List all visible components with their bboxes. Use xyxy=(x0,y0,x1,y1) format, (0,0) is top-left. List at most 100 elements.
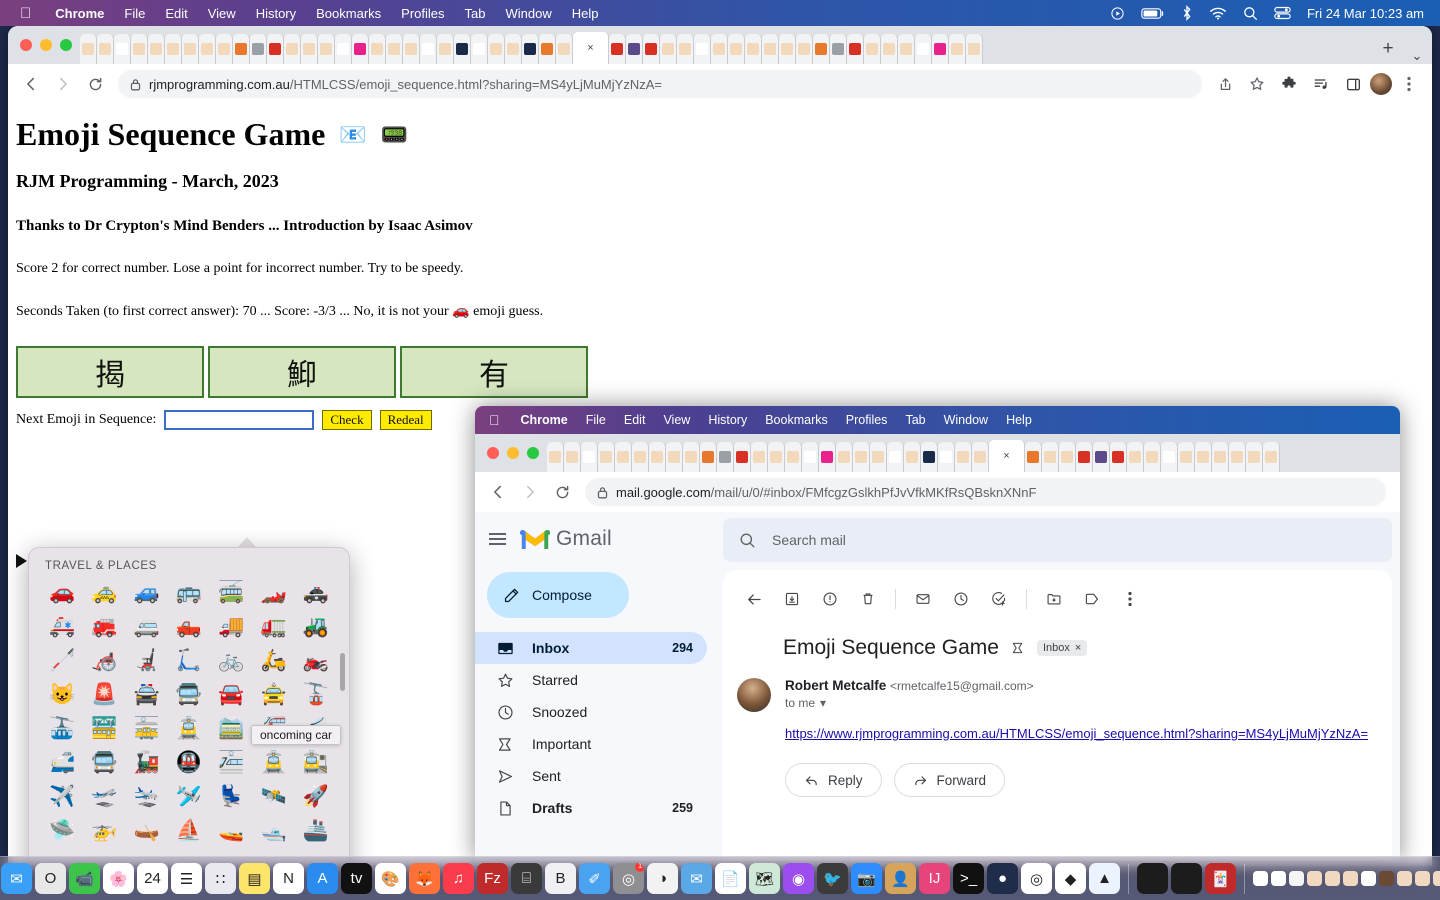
emoji-cell[interactable]: 🦯 xyxy=(41,648,83,674)
emoji-cell[interactable]: 🚋 xyxy=(126,716,168,742)
browser-tab[interactable] xyxy=(711,34,728,64)
emoji-cell[interactable]: 🚨 xyxy=(83,682,125,708)
browser-tab[interactable] xyxy=(751,442,768,472)
browser-tab[interactable] xyxy=(847,34,864,64)
sidebar-item-inbox[interactable]: Inbox 294 xyxy=(475,632,707,664)
emoji-cell[interactable]: 🚅 xyxy=(41,750,83,776)
emoji-cell[interactable]: 🚇 xyxy=(168,750,210,776)
close-window-button[interactable] xyxy=(487,447,499,459)
emoji-cell[interactable]: 🚕 xyxy=(83,580,125,606)
emoji-cell[interactable]: 🏍️ xyxy=(295,648,337,674)
emoji-cell[interactable]: 🚎 xyxy=(210,580,252,606)
emoji-cell[interactable]: 🚑 xyxy=(41,614,83,640)
browser-tab[interactable] xyxy=(626,34,643,64)
next-emoji-input[interactable] xyxy=(164,410,314,430)
browser-tab[interactable] xyxy=(352,34,369,64)
battery-icon[interactable] xyxy=(1141,7,1165,20)
emoji-cell[interactable]: 🛶 xyxy=(126,818,168,844)
menubar-item-history[interactable]: History xyxy=(699,413,756,427)
more-options-icon[interactable] xyxy=(1113,582,1147,616)
browser-tab[interactable] xyxy=(1161,442,1178,472)
important-marker-icon[interactable] xyxy=(1011,641,1025,655)
minimize-window-button[interactable] xyxy=(40,39,52,51)
email-recipient-row[interactable]: to me ▾ xyxy=(785,696,1378,710)
emoji-cell[interactable]: 🚗 xyxy=(41,580,83,606)
inbox-label-chip[interactable]: Inbox × xyxy=(1037,640,1087,656)
menubar-item-tab[interactable]: Tab xyxy=(896,413,934,427)
browser-tab[interactable] xyxy=(403,34,420,64)
mark-unread-icon[interactable] xyxy=(906,582,940,616)
minimize-window-button[interactable] xyxy=(507,447,519,459)
dock-app-calendar[interactable]: 24 xyxy=(137,863,168,894)
label-tag-icon[interactable] xyxy=(1075,582,1109,616)
browser-tab[interactable] xyxy=(745,34,762,64)
browser-tab[interactable] xyxy=(233,34,250,64)
dock-minimized-min-chrome-7[interactable] xyxy=(1415,871,1430,886)
emoji-cell[interactable]: 🛴 xyxy=(168,648,210,674)
browser-tab[interactable] xyxy=(1263,442,1280,472)
emoji-cell[interactable]: 🚊 xyxy=(252,750,294,776)
browser-tab[interactable] xyxy=(643,34,660,64)
browser-tab[interactable] xyxy=(836,442,853,472)
browser-tab[interactable] xyxy=(250,34,267,64)
chevron-down-icon[interactable]: ▾ xyxy=(820,696,826,710)
menubar-item-edit[interactable]: Edit xyxy=(615,413,655,427)
dock-items[interactable]: 🙂🧭💬64✉O📹🌸24☰∷▤NAtv🎨🦊♫Fz⌸B✐◎1◑✉📄🗺◉🐦📷👤IJ>_… xyxy=(0,863,1440,894)
browser-tab[interactable] xyxy=(1229,442,1246,472)
add-to-tasks-icon[interactable] xyxy=(982,582,1016,616)
apple-logo-icon[interactable]:  xyxy=(489,413,500,427)
emoji-cell[interactable]: 🚛 xyxy=(252,614,294,640)
browser-tab[interactable] xyxy=(522,34,539,64)
browser-tab[interactable] xyxy=(369,34,386,64)
dock-app-bbedit[interactable]: B xyxy=(545,863,576,894)
browser-tab[interactable] xyxy=(887,442,904,472)
emoji-cell[interactable]: 🛰️ xyxy=(252,784,294,810)
browser-tab-active[interactable]: × xyxy=(573,32,609,64)
browser-tab[interactable] xyxy=(915,34,932,64)
menubar-item-chrome[interactable]: Chrome xyxy=(512,413,577,427)
emoji-cell[interactable]: 🛩️ xyxy=(168,784,210,810)
emoji-cell[interactable]: 🚟 xyxy=(83,716,125,742)
emoji-scrollbar-thumb[interactable] xyxy=(340,653,345,691)
dock-app-maps[interactable]: 🗺 xyxy=(749,863,780,894)
emoji-cell[interactable]: 🚈 xyxy=(210,750,252,776)
disclosure-triangle-icon[interactable] xyxy=(16,554,27,568)
emoji-cell[interactable]: 🚀 xyxy=(295,784,337,810)
sequence-card[interactable]: 有 xyxy=(400,346,588,398)
dock-minimized-min-chrome-5[interactable] xyxy=(1343,871,1358,886)
emoji-grid[interactable]: 🚗🚕🚙🚌🚎🏎️🚓🚑🚒🚐🛻🚚🚛🚜🦯🦽🦼🛴🚲🛵🏍️😺🚨🚔🚍🚘🚖🚡🚠🚟🚋🚊🚞🚝🚄🚅🚍🚂… xyxy=(29,580,349,844)
emoji-cell[interactable]: 🚚 xyxy=(210,614,252,640)
sidebar-item-sent[interactable]: Sent xyxy=(475,760,707,792)
sequence-card[interactable]: 鮣 xyxy=(208,346,396,398)
menubar-item-file[interactable]: File xyxy=(114,6,155,21)
browser-tab[interactable] xyxy=(556,34,573,64)
dock-minimized-min-chrome-2[interactable] xyxy=(1271,871,1286,886)
redeal-button[interactable]: Redeal xyxy=(380,410,432,430)
browser-tab[interactable] xyxy=(216,34,233,64)
chrome-tab-list[interactable]: × xyxy=(80,26,1374,64)
share-icon[interactable] xyxy=(1210,69,1240,99)
emoji-cell[interactable]: 🚙 xyxy=(126,580,168,606)
address-bar[interactable]: rjmprogramming.com.au/HTMLCSS/emoji_sequ… xyxy=(118,70,1202,98)
forward-arrow-icon[interactable] xyxy=(515,477,545,507)
forward-button[interactable]: Forward xyxy=(894,763,1006,797)
browser-tab[interactable] xyxy=(1059,442,1076,472)
close-icon[interactable]: × xyxy=(587,42,593,54)
browser-tab[interactable] xyxy=(615,442,632,472)
emoji-cell[interactable]: 🚒 xyxy=(83,614,125,640)
browser-tab[interactable] xyxy=(955,442,972,472)
emoji-cell[interactable]: 😺 xyxy=(41,682,83,708)
dock-app-mail[interactable]: ✉ xyxy=(1,863,32,894)
menubar-item-window[interactable]: Window xyxy=(935,413,997,427)
browser-tab[interactable] xyxy=(966,34,983,64)
menubar-item-edit[interactable]: Edit xyxy=(155,6,197,21)
dock-app-filezilla[interactable]: Fz xyxy=(477,863,508,894)
menubar-item-history[interactable]: History xyxy=(246,6,306,21)
dock-window-solitaire[interactable]: 🃏 xyxy=(1205,863,1236,894)
menubar-item-help[interactable]: Help xyxy=(562,6,609,21)
dock-app-microsoft-app[interactable]: ◑ xyxy=(647,863,678,894)
emoji-cell[interactable]: 🚌 xyxy=(168,580,210,606)
email-body-link[interactable]: https://www.rjmprogramming.com.au/HTMLCS… xyxy=(785,726,1378,741)
browser-tab[interactable] xyxy=(819,442,836,472)
browser-tab[interactable] xyxy=(267,34,284,64)
